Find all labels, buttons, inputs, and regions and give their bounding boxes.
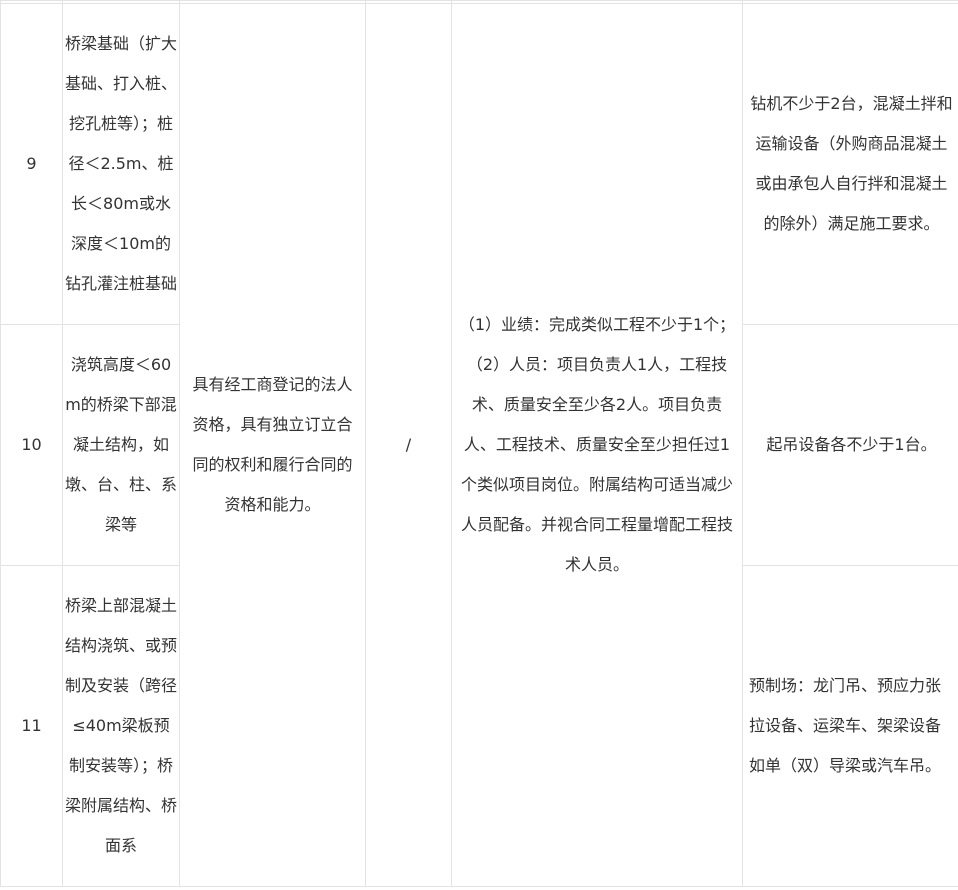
- row-number-cell: 11: [0, 565, 63, 887]
- work-scope-cell: 浇筑高度＜60m的桥梁下部混凝土结构，如墩、台、柱、系梁等: [62, 324, 180, 566]
- work-scope-cell: 桥梁基础（扩大基础、打入桩、挖孔桩等）；桩径＜2.5m、桩长＜80m或水深度＜1…: [62, 3, 180, 325]
- row-number-cell: 9: [0, 3, 63, 325]
- row-number-cell: 10: [0, 324, 63, 566]
- work-scope-cell: 桥梁上部混凝土结构浇筑、或预制及安装（跨径≤40m梁板预制安装等）；桥梁附属结构…: [62, 565, 180, 887]
- legal-qualification-cell: 具有经工商登记的法人资格，具有独立订立合同的权利和履行合同的资格和能力。: [179, 3, 366, 887]
- table-row: 9 桥梁基础（扩大基础、打入桩、挖孔桩等）；桩径＜2.5m、桩长＜80m或水深度…: [0, 3, 958, 887]
- performance-staff-requirement-cell: （1）业绩：完成类似工程不少于1个；（2）人员：项目负责人1人，工程技术、质量安…: [451, 3, 743, 887]
- equipment-requirement-cell: 起吊设备各不少于1台。: [742, 324, 958, 566]
- equipment-requirement-cell: 预制场：龙门吊、预应力张拉设备、运梁车、架梁设备如单（双）导梁或汽车吊。: [742, 565, 958, 887]
- equipment-requirement-cell: 钻机不少于2台，混凝土拌和运输设备（外购商品混凝土或由承包人自行拌和混凝土的除外…: [742, 3, 958, 325]
- certificate-cell: /: [365, 3, 452, 887]
- qualification-table: 9 桥梁基础（扩大基础、打入桩、挖孔桩等）；桩径＜2.5m、桩长＜80m或水深度…: [0, 0, 958, 887]
